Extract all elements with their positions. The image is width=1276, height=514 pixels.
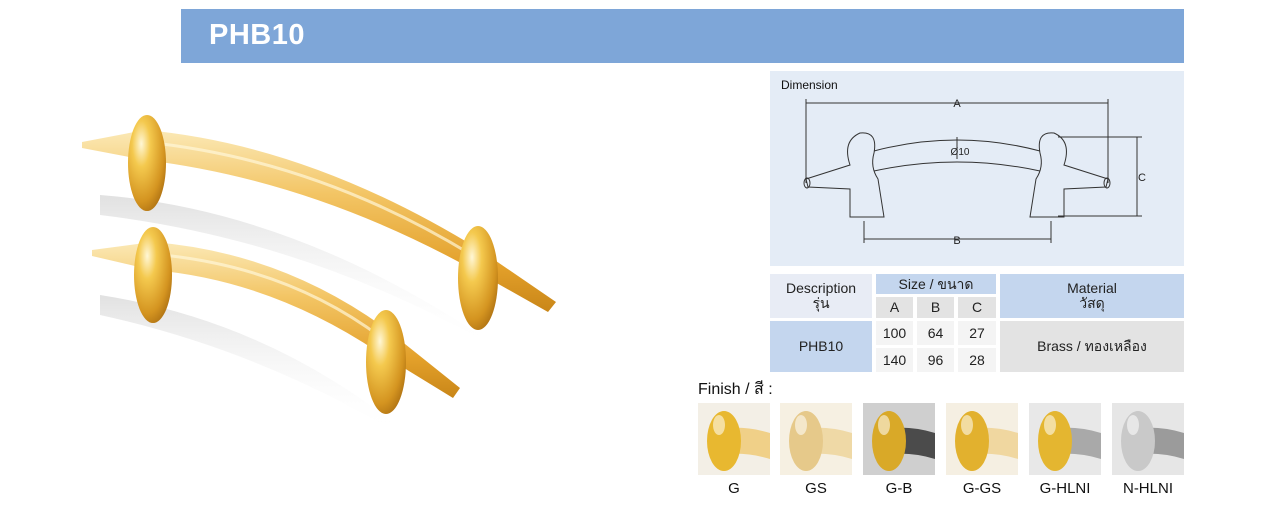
spec-table: Description รุ่น Size / ขนาด A B C Mater…: [770, 274, 1184, 372]
dimension-label-a: A: [953, 98, 961, 110]
table-cell: 140: [876, 348, 913, 372]
col-c-header: C: [958, 297, 996, 318]
finish-swatch-g-gs: [946, 403, 1018, 475]
table-cell: 28: [958, 348, 996, 372]
col-b-header: B: [917, 297, 954, 318]
description-header: Description รุ่น: [770, 274, 872, 318]
table-cell: 96: [917, 348, 954, 372]
finish-code-label: GS: [805, 480, 827, 497]
description-header-label-th: รุ่น: [812, 295, 830, 311]
dimension-drawing: A B C Ø10: [803, 98, 1146, 247]
finish-label: Finish / สี :: [698, 381, 773, 398]
finish-swatch-gs: [780, 403, 852, 475]
finish-code-label: G-GS: [962, 480, 1002, 497]
product-photo: [82, 115, 556, 435]
table-cell: 27: [958, 321, 996, 345]
size-header: Size / ขนาด: [876, 274, 996, 294]
material-header-label-th: วัสดุ: [1079, 295, 1105, 311]
model-cell: PHB10: [770, 321, 872, 372]
table-cell: 100: [876, 321, 913, 345]
finish-swatch-g-hlni: [1029, 403, 1101, 475]
finish-code-label: G: [728, 480, 740, 497]
col-a-header: A: [876, 297, 913, 318]
finish-swatch-g-b: [863, 403, 935, 475]
table-cell: 64: [917, 321, 954, 345]
finish-code-label: G-B: [885, 480, 913, 497]
dimension-label-diameter: Ø10: [951, 147, 970, 158]
finish-swatch-g: [698, 403, 770, 475]
material-cell: Brass / ทองเหลือง: [1000, 321, 1184, 372]
title-bar: PHB10: [181, 9, 1184, 63]
dimension-label-c: C: [1138, 172, 1146, 184]
description-header-label: Description: [785, 280, 857, 296]
page-title: PHB10: [209, 19, 305, 51]
dimension-label-b: B: [953, 235, 960, 247]
finish-swatch-n-hlni: [1112, 403, 1184, 475]
material-header-label: Material: [1067, 280, 1117, 296]
small-handle: [92, 227, 460, 414]
material-header: Material วัสดุ: [1000, 274, 1184, 318]
dimension-panel: Dimension A B C Ø10: [770, 71, 1184, 266]
finish-code-label: N-HLNI: [1122, 480, 1173, 497]
finish-code-label: G-HLNI: [1039, 480, 1091, 497]
